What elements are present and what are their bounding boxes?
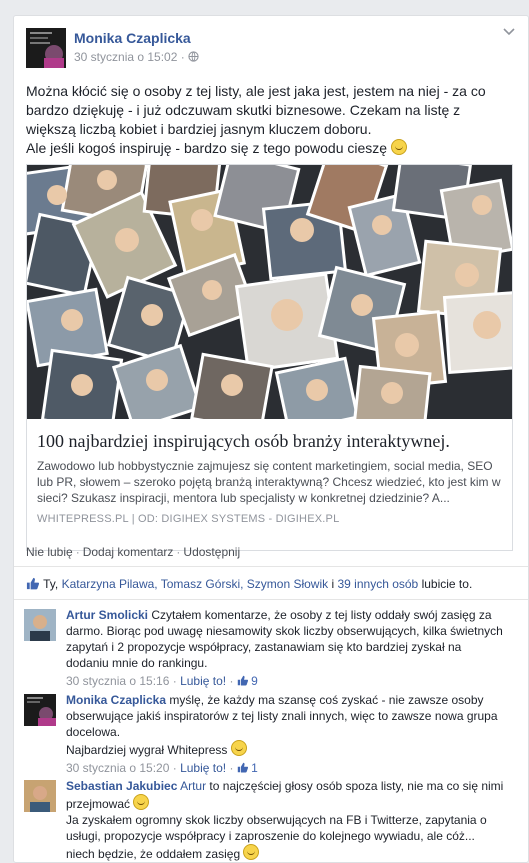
comment-item: Sebastian Jakubiec Artur to najczęściej … bbox=[24, 778, 503, 862]
comment-avatar[interactable] bbox=[24, 780, 56, 812]
post-card: Monika Czaplicka 30 stycznia o 15:02 · M… bbox=[13, 15, 529, 863]
likes-names[interactable]: Katarzyna Pilawa, Tomasz Górski, Szymon … bbox=[62, 577, 329, 591]
smile-emoji-icon bbox=[243, 844, 260, 860]
post-author-name[interactable]: Monika Czaplicka bbox=[74, 30, 191, 46]
comment-time[interactable]: 30 stycznia o 15:16 bbox=[66, 674, 169, 688]
comment-author[interactable]: Artur Smolicki bbox=[66, 608, 148, 622]
comment-text-2: Ja zyskałem ogromny skok liczby obserwuj… bbox=[66, 813, 487, 861]
smile-emoji-icon bbox=[390, 139, 407, 155]
divider bbox=[14, 599, 528, 600]
post-meta: 30 stycznia o 15:02 · bbox=[74, 50, 199, 64]
comment-like-button[interactable]: Lubię to! bbox=[180, 674, 226, 688]
link-title[interactable]: 100 najbardziej inspirujących osób branż… bbox=[37, 431, 450, 452]
link-preview[interactable]: 100 najbardziej inspirujących osób branż… bbox=[26, 164, 513, 551]
comment-avatar[interactable] bbox=[24, 694, 56, 726]
comment-time[interactable]: 30 stycznia o 15:20 bbox=[66, 761, 169, 775]
smile-emoji-icon bbox=[230, 740, 247, 756]
likes-others-link[interactable]: 39 innych osób bbox=[338, 577, 419, 591]
thumbs-up-icon bbox=[26, 577, 40, 591]
likes-summary: Ty, Katarzyna Pilawa, Tomasz Górski, Szy… bbox=[26, 577, 472, 591]
comment-author[interactable]: Sebastian Jakubiec bbox=[66, 779, 177, 793]
comment-author[interactable]: Monika Czaplicka bbox=[66, 693, 166, 707]
link-source: WHITEPRESS.PL | OD: DIGIHEX SYSTEMS - DI… bbox=[37, 513, 340, 525]
avatar-image bbox=[26, 28, 66, 68]
divider bbox=[14, 566, 528, 567]
smile-emoji-icon bbox=[133, 794, 150, 810]
comment-like-count[interactable]: 1 bbox=[237, 761, 258, 775]
author-avatar[interactable] bbox=[26, 28, 66, 68]
comment-mention[interactable]: Artur bbox=[180, 779, 206, 793]
post-text: Można kłócić się o osoby z tej listy, al… bbox=[26, 82, 510, 158]
likes-you: Ty, bbox=[43, 577, 59, 591]
comment-text-2: Najbardziej wygrał Whitepress bbox=[66, 743, 228, 757]
post-header: Monika Czaplicka 30 stycznia o 15:02 · bbox=[26, 28, 516, 68]
comment-avatar[interactable] bbox=[24, 609, 56, 641]
thumbs-up-icon bbox=[237, 675, 248, 686]
comment-item: Artur Smolicki Czytałem komentarze, że o… bbox=[24, 607, 503, 688]
comment-like-button[interactable]: Lubię to! bbox=[180, 761, 226, 775]
globe-icon bbox=[188, 50, 199, 64]
comment-item: Monika Czaplicka myślę, że każdy ma szan… bbox=[24, 692, 498, 775]
thumbs-up-icon bbox=[237, 762, 248, 773]
post-timestamp[interactable]: 30 stycznia o 15:02 bbox=[74, 50, 177, 64]
share-button[interactable]: Udostępnij bbox=[183, 545, 240, 559]
unlike-button[interactable]: Nie lubię bbox=[26, 545, 73, 559]
chevron-down-icon[interactable] bbox=[502, 24, 516, 40]
add-comment-button[interactable]: Dodaj komentarz bbox=[83, 545, 174, 559]
post-text-paragraph-2: Ale jeśli kogoś inspiruję - bardzo się z… bbox=[26, 140, 388, 156]
link-description: Zawodowo lub hobbystycznie zajmujesz się… bbox=[37, 459, 501, 505]
comment-like-count[interactable]: 9 bbox=[237, 674, 258, 688]
post-actions: Nie lubię · Dodaj komentarz · Udostępnij bbox=[26, 545, 241, 559]
link-preview-image[interactable] bbox=[27, 165, 512, 419]
post-text-paragraph-1: Można kłócić się o osoby z tej listy, al… bbox=[26, 83, 486, 137]
collage-image bbox=[27, 165, 512, 419]
